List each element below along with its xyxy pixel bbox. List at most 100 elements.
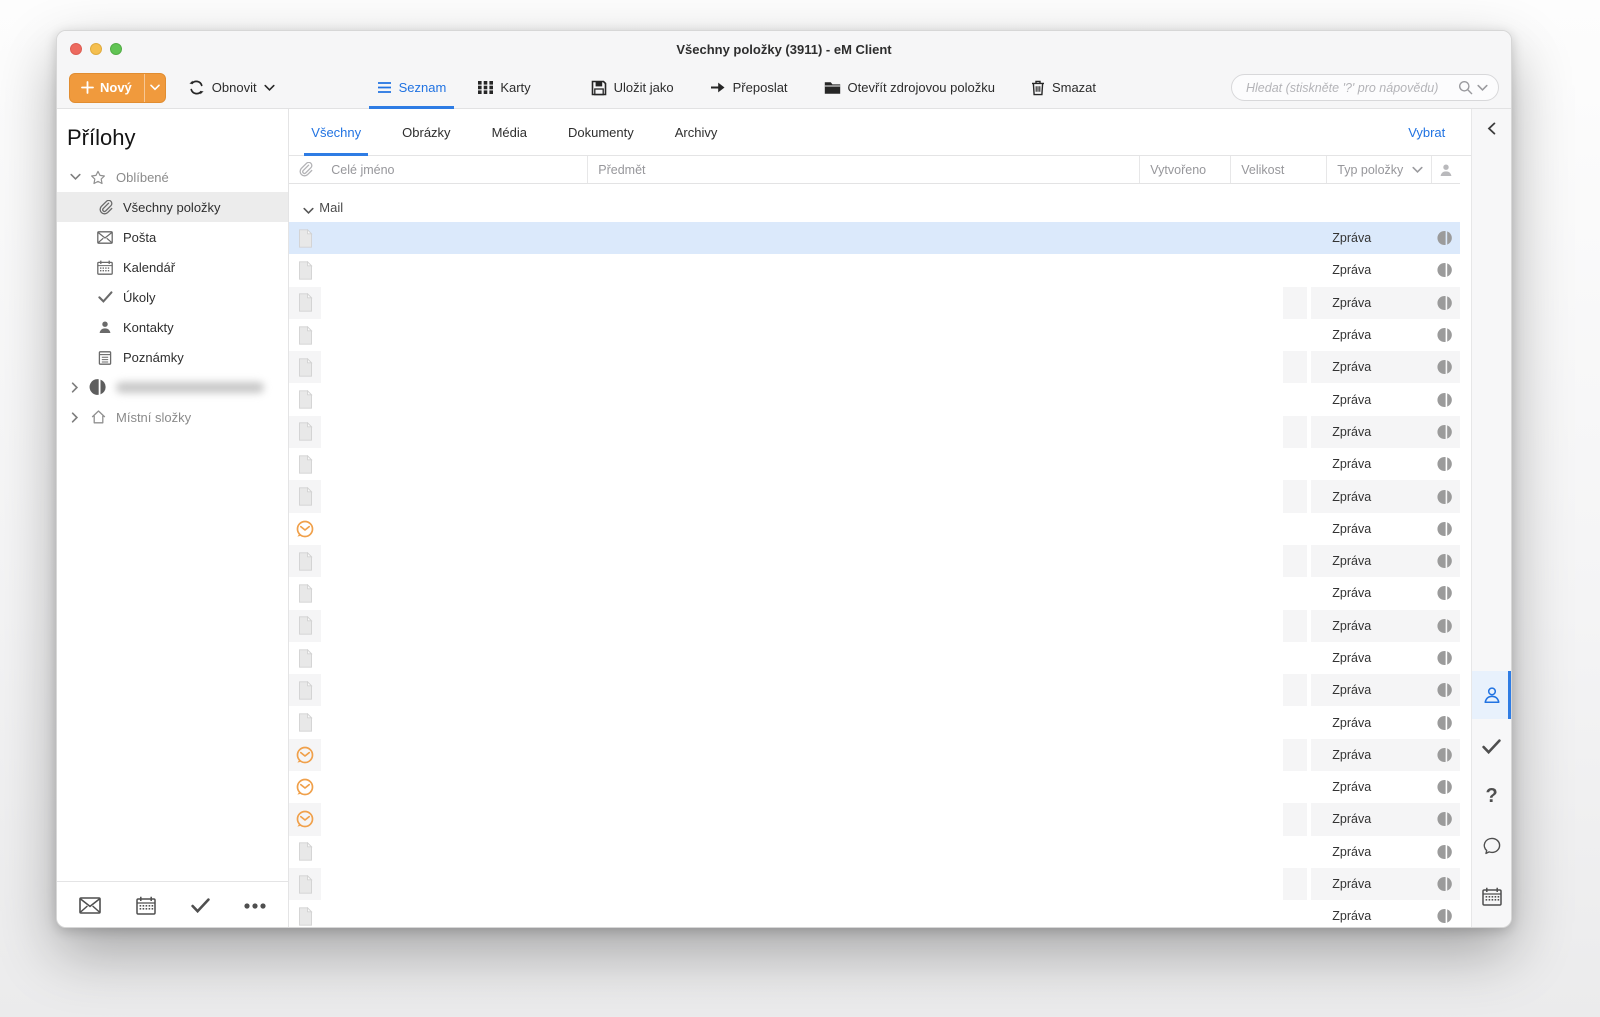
contact-avatar-icon <box>1437 771 1453 803</box>
panel-tasks-button[interactable] <box>1472 722 1511 770</box>
chevron-down-icon[interactable] <box>1477 84 1488 92</box>
chevron-right-icon <box>63 381 87 393</box>
attachment-row[interactable]: Zpráva <box>289 513 1460 545</box>
more-modules-icon[interactable] <box>244 902 266 909</box>
contact-avatar-icon <box>1437 674 1453 706</box>
open-source-label: Otevřít zdrojovou položku <box>847 80 995 95</box>
attachment-row[interactable]: Zpráva <box>289 448 1460 480</box>
favorites-label: Oblíbené <box>116 169 169 185</box>
sidebar-item-pozn-mky[interactable]: Poznámky <box>57 342 288 372</box>
attachment-row[interactable]: Zpráva <box>289 319 1460 351</box>
contact-avatar-icon <box>1437 351 1453 383</box>
sidebar-item-account[interactable] <box>57 372 288 402</box>
search-icon[interactable] <box>1458 80 1473 95</box>
column-header-typ-polo-ky[interactable]: Typ položky <box>1326 156 1431 183</box>
attachment-row[interactable]: Zpráva <box>289 222 1461 255</box>
sidebar-group-favorites[interactable]: Oblíbené <box>57 162 288 192</box>
sidebar-item-po-ta[interactable]: Pošta <box>57 222 288 252</box>
emclient-attachment-icon <box>289 739 321 771</box>
save-as-button[interactable]: Uložit jako <box>591 67 674 108</box>
tab-archivy[interactable]: Archivy <box>663 109 730 155</box>
refresh-button[interactable]: Obnovit <box>188 67 275 108</box>
sidebar-item-v-echny-polo-ky[interactable]: Všechny položky <box>57 192 289 222</box>
attachment-row[interactable]: Zpráva <box>289 577 1460 609</box>
column-header-attachment[interactable] <box>289 156 321 183</box>
column-header-p-edm-t[interactable]: Předmět <box>587 156 1139 183</box>
column-header-contact[interactable] <box>1431 156 1460 183</box>
tab-dokumenty[interactable]: Dokumenty <box>556 109 646 155</box>
attachment-row[interactable]: Zpráva <box>289 674 1461 707</box>
panel-chat-button[interactable] <box>1472 822 1511 870</box>
contact-avatar-icon <box>1437 836 1453 868</box>
attachment-row[interactable]: Zpráva <box>289 706 1460 738</box>
attachment-row[interactable]: Zpráva <box>289 480 1461 513</box>
attachment-list: Celé jméno Předmět Vytvořeno Velikost Typ po… <box>289 156 1461 927</box>
delete-button[interactable]: Smazat <box>1031 67 1096 108</box>
attachment-row[interactable]: Zpráva <box>289 609 1461 643</box>
attachment-row[interactable]: Zpráva <box>289 836 1460 868</box>
item-type-label: Zpráva <box>1332 715 1372 730</box>
document-attachment-icon <box>289 222 321 254</box>
scrollbar-gutter[interactable] <box>1460 156 1472 927</box>
attachment-row[interactable]: Zpráva <box>289 803 1461 836</box>
emclient-icon <box>296 746 314 764</box>
attachment-row[interactable]: Zpráva <box>289 544 1461 578</box>
calendar-module-icon[interactable] <box>136 896 156 915</box>
group-header-mail[interactable]: Mail <box>289 184 1460 222</box>
chevron-down-icon <box>1412 166 1423 174</box>
view-cards-button[interactable]: Karty <box>478 67 531 108</box>
collapse-panel-button[interactable] <box>1472 122 1511 135</box>
sidebar-item-local-folders[interactable]: Místní složky <box>57 402 288 432</box>
sidebar-item-kalend-[interactable]: Kalendář <box>57 252 288 282</box>
tab-v-echny[interactable]: Všechny <box>299 109 373 156</box>
contact-avatar-icon <box>1437 254 1453 286</box>
calendar-icon <box>1481 887 1502 906</box>
document-icon <box>297 228 313 248</box>
new-dropdown-button[interactable] <box>143 73 165 102</box>
document-attachment-icon <box>289 674 321 706</box>
attachment-row[interactable]: Zpráva <box>289 642 1460 674</box>
attachment-row[interactable]: Zpráva <box>289 286 1461 320</box>
attachment-row[interactable]: Zpráva <box>289 738 1461 772</box>
attachment-row[interactable]: Zpráva <box>289 900 1460 927</box>
panel-contacts-button[interactable] <box>1472 671 1511 719</box>
column-header-cel-jm-no[interactable]: Celé jméno <box>321 156 587 183</box>
tab-obr-zky[interactable]: Obrázky <box>390 109 462 155</box>
search-input[interactable] <box>1246 80 1458 95</box>
chevron-down-icon[interactable] <box>63 173 87 181</box>
view-list-button[interactable]: Seznam <box>368 67 454 109</box>
attachment-row[interactable]: Zpráva <box>289 351 1461 384</box>
document-icon <box>297 454 313 474</box>
contact-avatar-icon <box>1437 416 1453 448</box>
column-header-vytvo-eno[interactable]: Vytvořeno <box>1139 156 1230 183</box>
chevron-down-icon <box>149 84 160 91</box>
chevron-down-icon[interactable] <box>297 207 319 215</box>
attachment-row[interactable]: Zpráva <box>289 415 1461 449</box>
attachment-tabs: Všechny Obrázky Média Dokumenty Archivy Vybr… <box>289 109 1472 156</box>
select-link[interactable]: Vybrat <box>1408 125 1445 140</box>
contact-avatar-icon <box>1437 803 1453 835</box>
contact-avatar-icon <box>1437 448 1453 480</box>
document-icon <box>297 680 313 700</box>
sidebar-item-label: Kontakty <box>123 319 174 335</box>
attachment-row[interactable]: Zpráva <box>289 254 1460 286</box>
sidebar-item-kontakty[interactable]: Kontakty <box>57 312 288 342</box>
panel-calendar-button[interactable] <box>1472 872 1511 920</box>
column-header-velikost[interactable]: Velikost <box>1230 156 1326 183</box>
document-attachment-icon <box>289 545 321 577</box>
sidebar-item--koly[interactable]: Úkoly <box>57 282 288 312</box>
new-button[interactable]: Nový <box>69 72 166 103</box>
attachment-row[interactable]: Zpráva <box>289 383 1460 415</box>
forward-button[interactable]: Přeposlat <box>710 67 788 108</box>
attachment-row[interactable]: Zpráva <box>289 867 1461 901</box>
tasks-module-icon[interactable] <box>190 898 210 913</box>
tab-m-dia[interactable]: Média <box>480 109 539 155</box>
document-icon <box>297 713 313 732</box>
item-type-label: Zpráva <box>1332 392 1372 407</box>
panel-help-button[interactable]: ? <box>1472 772 1511 820</box>
mail-module-icon[interactable] <box>79 897 101 914</box>
attachment-row[interactable]: Zpráva <box>289 771 1460 803</box>
open-source-item-button[interactable]: Otevřít zdrojovou položku <box>824 67 995 108</box>
sidebar-item-label: Úkoly <box>123 289 156 305</box>
window-title: Všechny položky (3911) - eM Client <box>676 41 892 57</box>
